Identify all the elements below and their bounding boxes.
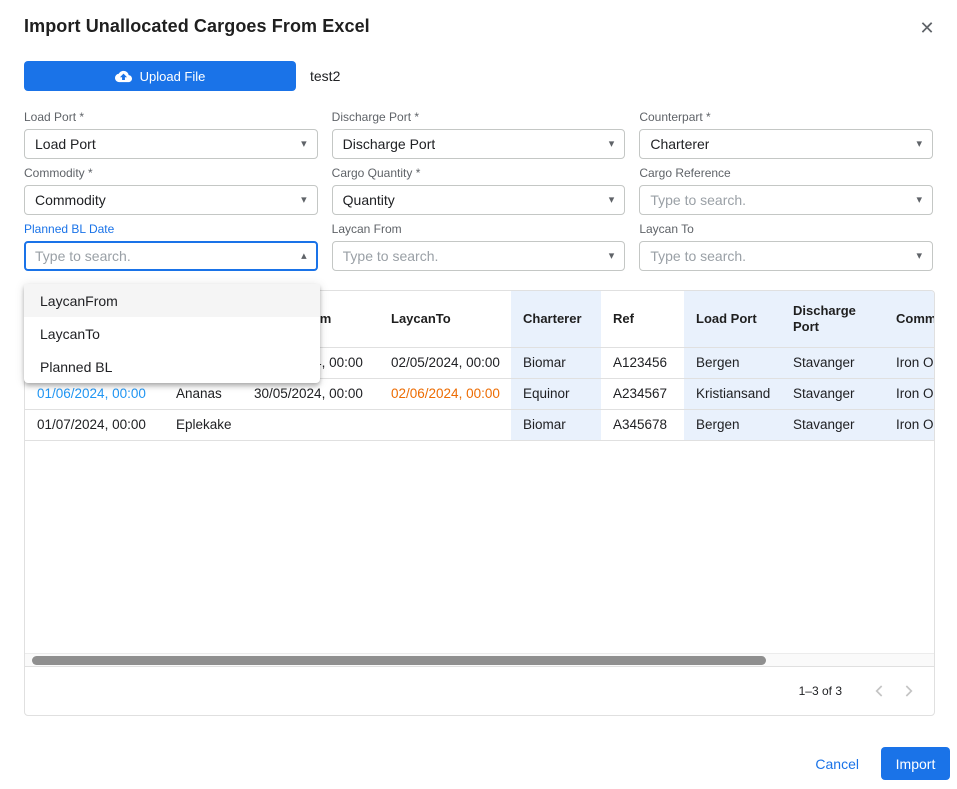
field-load-port: Load Port * Load Port ▾ [24,110,318,159]
import-cargoes-dialog: Import Unallocated Cargoes From Excel ✕ … [0,0,957,789]
table-cell: Iron Ore [884,348,934,378]
field-cargo-quantity: Cargo Quantity * Quantity ▾ [332,166,626,215]
column-header: Load Port [684,291,781,347]
field-commodity: Commodity * Commodity ▾ [24,166,318,215]
cloud-upload-icon [115,68,132,85]
cargo-reference-input[interactable]: Type to search. ▾ [639,185,933,215]
table-cell: Biomar [511,410,601,440]
dialog-title: Import Unallocated Cargoes From Excel [24,16,370,37]
pagination-range: 1–3 of 3 [799,684,842,698]
horizontal-scrollbar[interactable] [25,653,934,667]
pagination-bar: 1–3 of 3 [25,667,934,715]
field-counterpart: Counterpart * Charterer ▾ [639,110,933,159]
column-header: Commodity [884,291,934,347]
table-cell [379,410,511,440]
field-value: Load Port [35,136,96,152]
table-cell: Bergen [684,410,781,440]
chevron-down-icon: ▾ [609,251,615,262]
field-label: Planned BL Date [24,222,318,236]
commodity-select[interactable]: Commodity ▾ [24,185,318,215]
import-button[interactable]: Import [881,747,950,780]
table-cell: Iron Ore [884,410,934,440]
table-cell: 01/07/2024, 00:00 [25,410,164,440]
column-header: LaycanTo [379,291,511,347]
table-cell: A234567 [601,379,684,409]
table-cell: A345678 [601,410,684,440]
table-cell: Iron Ore [884,379,934,409]
discharge-port-select[interactable]: Discharge Port ▾ [332,129,626,159]
table-cell: Bergen [684,348,781,378]
cancel-button[interactable]: Cancel [805,750,869,778]
field-planned-bl-date: Planned BL Date Type to search. ▴ [24,222,318,271]
dialog-actions: Cancel Import [805,747,950,780]
table-row: 01/07/2024, 00:00Eplekake BiomarA345678Be… [25,410,934,441]
field-cargo-reference: Cargo Reference Type to search. ▾ [639,166,933,215]
upload-file-button[interactable]: Upload File [24,61,296,91]
table-cell: 30/05/2024, 00:00 [242,379,379,409]
table-row: 01/06/2024, 00:00Ananas30/05/2024, 00:00… [25,379,934,410]
field-label: Laycan To [639,222,933,236]
field-label: Cargo Quantity * [332,166,626,180]
table-empty-space [25,441,934,653]
chevron-down-icon: ▾ [609,139,615,150]
table-cell: Stavanger [781,348,884,378]
chevron-down-icon: ▾ [301,195,307,206]
table-cell [242,410,379,440]
field-placeholder: Type to search. [650,192,746,208]
field-discharge-port: Discharge Port * Discharge Port ▾ [332,110,626,159]
field-placeholder: Type to search. [343,248,439,264]
table-cell: Stavanger [781,379,884,409]
counterpart-select[interactable]: Charterer ▾ [639,129,933,159]
table-cell: Equinor [511,379,601,409]
field-laycan-to: Laycan To Type to search. ▾ [639,222,933,271]
column-header: Charterer [511,291,601,347]
table-cell: Kristiansand [684,379,781,409]
table-cell: Biomar [511,348,601,378]
column-header: Ref [601,291,684,347]
chevron-down-icon: ▾ [916,139,922,150]
table-cell: Stavanger [781,410,884,440]
chevron-down-icon: ▾ [916,195,922,206]
field-label: Laycan From [332,222,626,236]
planned-bl-date-dropdown: LaycanFrom LaycanTo Planned BL [24,284,320,383]
field-label: Discharge Port * [332,110,626,124]
field-value: Commodity [35,192,106,208]
cargo-quantity-select[interactable]: Quantity ▾ [332,185,626,215]
chevron-down-icon: ▾ [609,195,615,206]
field-placeholder: Type to search. [650,248,746,264]
table-cell: 02/05/2024, 00:00 [379,348,511,378]
table-cell: Eplekake [164,410,242,440]
table-cell: Ananas [164,379,242,409]
field-label: Counterpart * [639,110,933,124]
planned-bl-date-input[interactable]: Type to search. ▴ [24,241,318,271]
chevron-down-icon: ▾ [301,139,307,150]
chevron-down-icon: ▾ [916,251,922,262]
uploaded-file-name: test2 [310,61,340,91]
field-value: Quantity [343,192,395,208]
table-cell: 01/06/2024, 00:00 [25,379,164,409]
field-label: Load Port * [24,110,318,124]
close-icon[interactable]: ✕ [915,16,939,40]
next-page-button[interactable] [894,677,922,705]
table-cell: 02/06/2024, 00:00 [379,379,511,409]
field-value: Charterer [650,136,709,152]
load-port-select[interactable]: Load Port ▾ [24,129,318,159]
field-laycan-from: Laycan From Type to search. ▾ [332,222,626,271]
field-value: Discharge Port [343,136,436,152]
mapping-form: Load Port * Load Port ▾ Discharge Port *… [24,110,933,271]
column-header: Discharge Port [781,291,884,347]
table-cell: A123456 [601,348,684,378]
dropdown-option-laycanto[interactable]: LaycanTo [24,317,320,350]
chevron-up-icon: ▴ [301,251,307,262]
dropdown-option-laycanfrom[interactable]: LaycanFrom [24,284,320,317]
field-label: Cargo Reference [639,166,933,180]
scrollbar-thumb[interactable] [32,656,766,665]
dropdown-option-plannedbl[interactable]: Planned BL [24,350,320,383]
laycan-from-input[interactable]: Type to search. ▾ [332,241,626,271]
field-label: Commodity * [24,166,318,180]
field-placeholder: Type to search. [35,248,131,264]
laycan-to-input[interactable]: Type to search. ▾ [639,241,933,271]
upload-file-label: Upload File [140,69,206,84]
previous-page-button[interactable] [866,677,894,705]
